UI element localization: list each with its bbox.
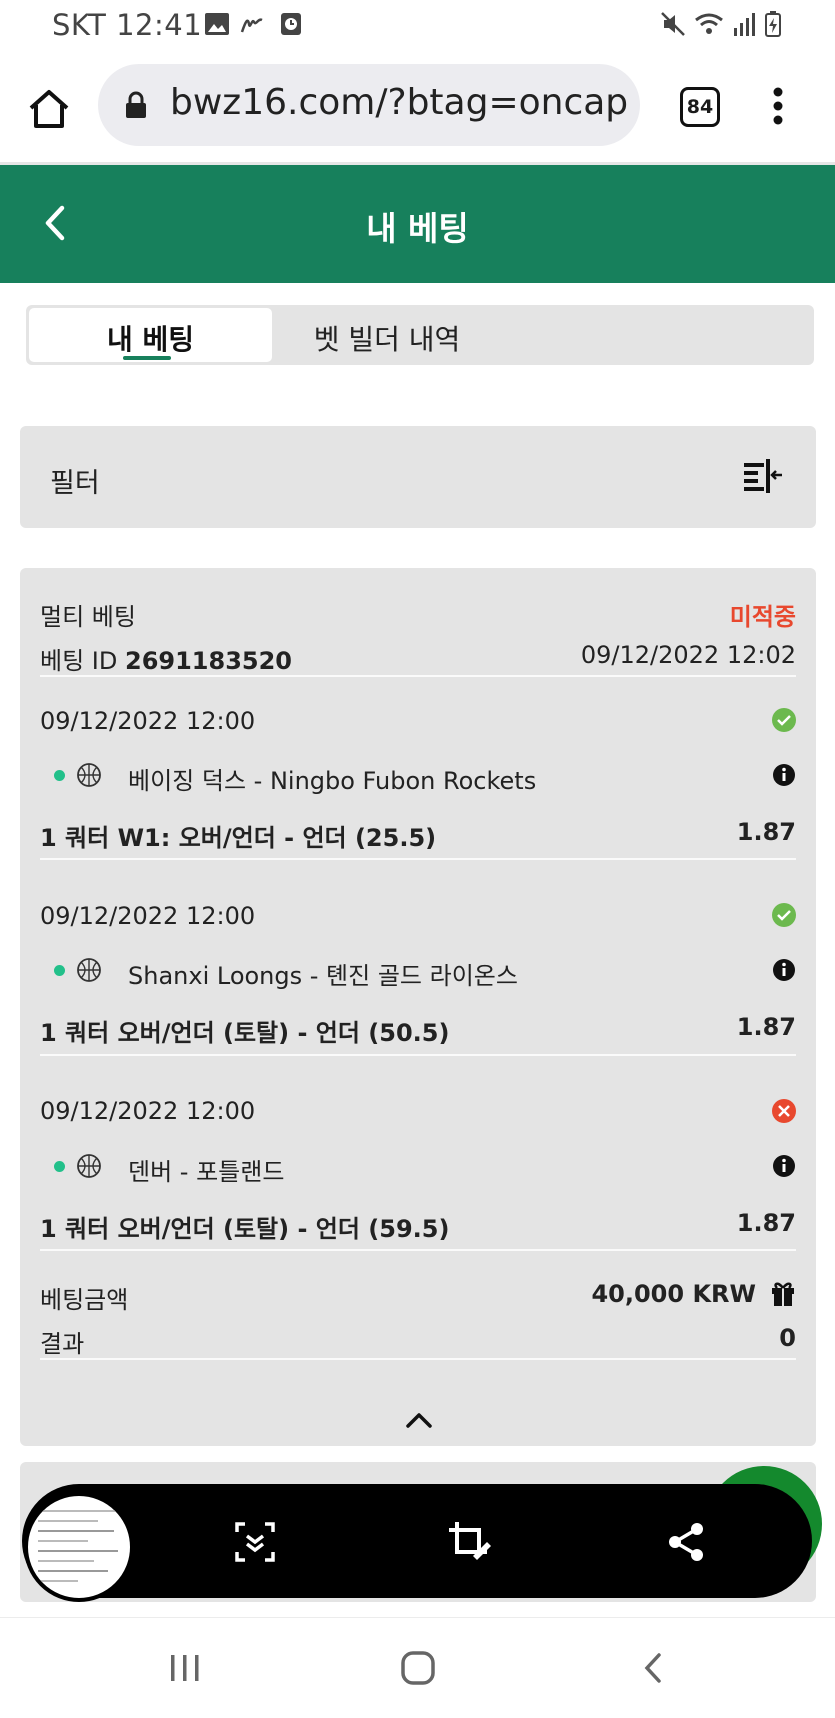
bet-id: 2691183520 [125, 647, 292, 675]
filter-icon[interactable] [742, 459, 784, 493]
basketball-icon [77, 958, 101, 982]
crop-edit-icon[interactable] [447, 1520, 491, 1564]
result-label: 결과 [40, 1330, 85, 1358]
basketball-icon [77, 1154, 101, 1178]
lost-x-icon [772, 1099, 796, 1123]
gallery-icon [205, 13, 229, 35]
lock-icon [126, 91, 146, 118]
tab-bet-builder-history[interactable]: 벳 빌더 내역 [272, 318, 502, 358]
won-check-icon [772, 708, 796, 732]
url-text[interactable]: bwz16.com/?btag=oncapan8 [170, 82, 630, 123]
basketball-icon [77, 763, 101, 787]
mute-icon [661, 12, 685, 36]
info-icon[interactable] [772, 763, 796, 787]
gift-icon[interactable] [770, 1279, 796, 1307]
page-title: 내 베팅 [366, 209, 469, 248]
selection-odds: 1.87 [736, 818, 796, 846]
screenshot-thumbnail[interactable] [24, 1492, 134, 1602]
selection-datetime: 09/12/2022 12:00 [40, 1097, 256, 1125]
live-dot [54, 965, 65, 976]
stake-amount: 40,000 KRW [591, 1280, 756, 1308]
bet-status-badge: 미적중 [729, 603, 796, 631]
battery-icon [765, 11, 781, 37]
share-icon[interactable] [664, 1520, 708, 1564]
divider [40, 1358, 796, 1360]
divider [40, 1054, 796, 1056]
live-dot [54, 770, 65, 781]
stake-label: 베팅금액 [40, 1286, 129, 1314]
bet-card [20, 568, 816, 1446]
thumbnail-preview-icon [38, 1510, 118, 1582]
selection-market: 1 쿼터 오버/언더 (토탈) - 언더 (59.5) [40, 1215, 450, 1243]
scroll-capture-icon[interactable] [233, 1520, 277, 1564]
divider [40, 858, 796, 860]
selection-odds: 1.87 [736, 1013, 796, 1041]
divider [40, 1249, 796, 1251]
tab-switcher-button[interactable]: 84 [680, 87, 720, 127]
info-icon[interactable] [772, 958, 796, 982]
selection-datetime: 09/12/2022 12:00 [40, 902, 256, 930]
tab-my-bets-label[interactable]: 내 베팅 [29, 318, 272, 358]
divider [40, 675, 796, 677]
home-button-icon[interactable] [400, 1650, 436, 1686]
wifi-icon [695, 13, 723, 34]
selection-market: 1 쿼터 오버/언더 (토탈) - 언더 (50.5) [40, 1019, 450, 1047]
bet-id-label: 베팅 ID [40, 647, 118, 675]
bet-placed-time: 09/12/2022 12:02 [580, 641, 796, 669]
selection-datetime: 09/12/2022 12:00 [40, 707, 256, 735]
more-menu-icon[interactable] [770, 86, 786, 126]
selection-odds: 1.87 [736, 1209, 796, 1237]
live-dot [54, 1161, 65, 1172]
home-icon[interactable] [26, 86, 72, 132]
selection-event[interactable]: Shanxi Loongs - 톈진 골드 라이온스 [128, 956, 518, 991]
status-time: SKT 12:41 [52, 8, 203, 42]
nav-back-icon[interactable] [640, 1652, 666, 1684]
signature-icon [240, 18, 263, 33]
collapse-chevron-icon[interactable] [404, 1410, 434, 1430]
recent-apps-icon[interactable] [168, 1652, 202, 1684]
filter-label: 필터 [50, 468, 100, 499]
filter-bar[interactable] [20, 426, 816, 528]
active-tab-indicator [123, 356, 171, 360]
selection-market: 1 쿼터 W1: 오버/언더 - 언더 (25.5) [40, 824, 437, 852]
bet-type: 멀티 베팅 [40, 603, 136, 631]
signal-icon [734, 13, 755, 36]
result-value: 0 [779, 1324, 796, 1352]
selection-event[interactable]: 덴버 - 포틀랜드 [128, 1152, 284, 1187]
clock-app-icon [281, 13, 301, 35]
selection-event[interactable]: 베이징 덕스 - Ningbo Fubon Rockets [128, 761, 536, 796]
won-check-icon [772, 903, 796, 927]
info-icon[interactable] [772, 1154, 796, 1178]
